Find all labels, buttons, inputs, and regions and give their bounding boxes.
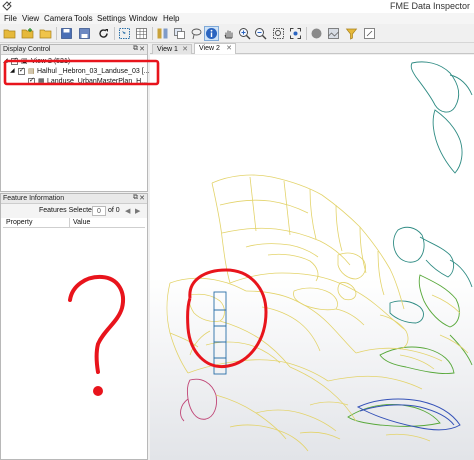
zoom-in-icon[interactable] bbox=[237, 26, 252, 41]
tree-view-label: View 2 (521) bbox=[31, 58, 71, 65]
view-icon: ▣ bbox=[21, 58, 28, 65]
menu-tools[interactable]: Tools bbox=[74, 14, 93, 23]
tab-view-1[interactable]: View 1 ✕ bbox=[152, 44, 192, 54]
layer-checkbox[interactable] bbox=[28, 76, 35, 85]
feature-information-panel: Feature Information ⧉ ✕ Features Selecte… bbox=[0, 193, 148, 460]
select-icon[interactable] bbox=[117, 26, 132, 41]
display-control-title: Display Control bbox=[3, 46, 51, 53]
display-control-panel: Display Control ⧉ ✕ ◢ ▣ View 2 (521) ◢ ▤… bbox=[0, 44, 150, 192]
float-panel-icon[interactable]: ⧉ bbox=[133, 194, 138, 202]
selected-features[interactable] bbox=[213, 291, 227, 375]
table-icon[interactable] bbox=[134, 26, 149, 41]
close-tab-icon[interactable]: ✕ bbox=[226, 44, 232, 53]
folder-add-icon[interactable] bbox=[20, 26, 35, 41]
tab-view-2[interactable]: View 2 ✕ bbox=[194, 43, 236, 54]
feature-selection-bar: Features Selected: 0 of 0 ◀ ▶ bbox=[1, 204, 147, 218]
menu-bar: File View Camera Tools Settings Window H… bbox=[0, 13, 474, 24]
blue-parcels bbox=[356, 398, 461, 431]
layer-table-icon: ▦ bbox=[38, 78, 45, 85]
split-view-icon[interactable] bbox=[155, 26, 170, 41]
main-toolbar bbox=[0, 24, 474, 43]
column-value[interactable]: Value bbox=[73, 219, 90, 226]
menu-view[interactable]: View bbox=[22, 14, 39, 23]
close-panel-icon[interactable]: ✕ bbox=[139, 194, 145, 202]
menu-window[interactable]: Window bbox=[129, 14, 157, 23]
features-selected-label: Features Selected: bbox=[39, 207, 98, 214]
zoom-out-icon[interactable] bbox=[253, 26, 268, 41]
menu-camera[interactable]: Camera bbox=[44, 14, 72, 23]
menu-file[interactable]: File bbox=[4, 14, 17, 23]
background-icon[interactable] bbox=[326, 26, 341, 41]
fme-logo-icon bbox=[2, 1, 12, 11]
duplicate-icon[interactable] bbox=[172, 26, 187, 41]
map-parcels[interactable] bbox=[150, 55, 474, 460]
pink-parcels bbox=[180, 378, 217, 422]
tab-view-2-label: View 2 bbox=[199, 45, 220, 52]
refresh-icon[interactable] bbox=[96, 26, 111, 41]
lasso-icon[interactable] bbox=[189, 26, 204, 41]
collapse-arrow-icon[interactable]: ◢ bbox=[3, 57, 8, 64]
close-tab-icon[interactable]: ✕ bbox=[182, 45, 188, 54]
feature-table-header: Property Value bbox=[3, 218, 145, 228]
feature-information-title: Feature Information bbox=[3, 195, 65, 202]
filter-icon[interactable] bbox=[344, 26, 359, 41]
close-panel-icon[interactable]: ✕ bbox=[139, 45, 145, 53]
title-bar: FME Data Inspector bbox=[0, 0, 474, 13]
menu-settings[interactable]: Settings bbox=[97, 14, 126, 23]
column-property[interactable]: Property bbox=[6, 219, 32, 226]
feature-information-header: Feature Information ⧉ ✕ bbox=[1, 194, 147, 204]
zoom-box-icon[interactable] bbox=[271, 26, 286, 41]
dataset-checkbox[interactable] bbox=[18, 66, 25, 75]
dataset-icon: ▤ bbox=[28, 68, 35, 75]
save-as-icon[interactable] bbox=[77, 26, 92, 41]
feature-total-label: of 0 bbox=[108, 207, 120, 214]
view-checkbox[interactable] bbox=[11, 56, 18, 65]
tree-dataset-label: Halhul _Hebron_03_Landuse_03 [... bbox=[37, 68, 150, 75]
fme-data-inspector-window: FME Data Inspector File View Camera Tool… bbox=[0, 0, 474, 460]
folder-open-icon[interactable] bbox=[2, 26, 17, 41]
zoom-extent-icon[interactable] bbox=[288, 26, 303, 41]
float-panel-icon[interactable]: ⧉ bbox=[133, 45, 138, 53]
folder-icon[interactable] bbox=[38, 26, 53, 41]
collapse-arrow-icon[interactable]: ◢ bbox=[10, 67, 15, 74]
info-icon[interactable] bbox=[204, 26, 219, 41]
display-control-header: Display Control ⧉ ✕ bbox=[1, 45, 147, 55]
feature-index-spinner[interactable]: 0 bbox=[92, 206, 106, 216]
previous-feature-icon[interactable]: ◀ bbox=[125, 207, 130, 215]
window-title: FME Data Inspector bbox=[389, 1, 470, 11]
tab-view-1-label: View 1 bbox=[157, 46, 178, 53]
tree-row-layer[interactable]: ▦ Landuse_UrbanMasterPlan_H... bbox=[28, 76, 148, 87]
view-tab-bar: View 1 ✕ View 2 ✕ bbox=[150, 43, 474, 54]
menu-help[interactable]: Help bbox=[163, 14, 179, 23]
teal-parcels bbox=[389, 61, 473, 324]
help-icon[interactable] bbox=[362, 26, 377, 41]
map-canvas[interactable] bbox=[150, 55, 474, 460]
pan-hand-icon[interactable] bbox=[221, 26, 236, 41]
save-icon[interactable] bbox=[59, 26, 74, 41]
tree-layer-label: Landuse_UrbanMasterPlan_H... bbox=[47, 78, 148, 85]
yellow-parcels bbox=[166, 174, 469, 452]
next-feature-icon[interactable]: ▶ bbox=[135, 207, 140, 215]
record-icon[interactable] bbox=[309, 26, 324, 41]
